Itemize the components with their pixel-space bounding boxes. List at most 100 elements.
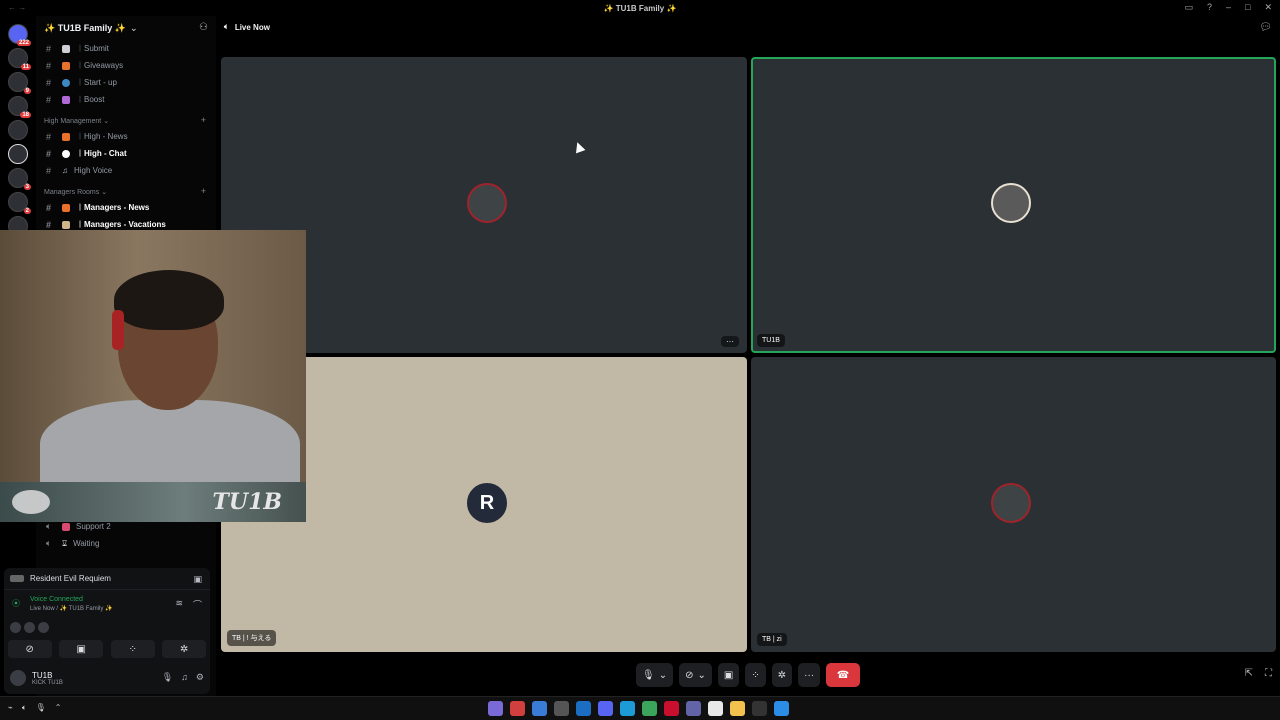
system-tray: ⌁ 🔈︎ 🎙︎ ⌃ [8, 703, 62, 713]
share-screen-button[interactable]: ▣ [717, 663, 740, 687]
server-icon[interactable]: 9 [8, 72, 31, 94]
chevron-down-icon: ⌄ [103, 118, 110, 125]
user-panel: TU1B KICK TU1B 🎙︎ ♫ ⚙ [4, 664, 210, 692]
more-options-button[interactable]: ··· [721, 336, 739, 347]
channel-emoji-icon [62, 44, 70, 53]
app-icon[interactable] [642, 701, 657, 716]
user-avatar[interactable] [10, 670, 26, 686]
participant-avatar [991, 483, 1031, 523]
folder-icon[interactable] [730, 701, 745, 716]
voice-action-buttons: ⊘ ▣ ⁘ ✲ [4, 636, 210, 662]
participant-tile-speaking[interactable]: TU1B [751, 57, 1276, 353]
channel-managers-news[interactable]: # ︱Managers - News [36, 199, 216, 216]
help-icon[interactable]: ? [1207, 2, 1212, 13]
call-channel-name: Live Now [234, 22, 270, 32]
app-icon[interactable] [510, 701, 525, 716]
discord-icon[interactable] [598, 701, 613, 716]
server-icon[interactable]: 3 [8, 168, 31, 190]
category-high-management[interactable]: High Management ⌄ + [36, 108, 216, 128]
chat-icon[interactable]: 💬︎ [1259, 22, 1272, 33]
microphone-icon[interactable]: 🎙︎ [36, 703, 46, 713]
noise-suppression-icon[interactable]: ≋ [175, 598, 183, 611]
activities-button[interactable]: ⁘ [110, 640, 155, 658]
app-icon[interactable] [554, 701, 569, 716]
hash-icon: # [46, 165, 52, 176]
disconnect-icon[interactable]: ⌒ [193, 598, 202, 611]
chevron-up-icon[interactable]: ⌃ [55, 703, 62, 713]
voice-avatars [4, 618, 210, 636]
server-icon[interactable]: 11 [8, 48, 31, 70]
store-icon[interactable] [708, 701, 723, 716]
username[interactable]: TU1B [32, 671, 63, 680]
activities-button[interactable]: ⁘ [745, 663, 766, 687]
camera-toggle[interactable]: ⊘ ⌄ [679, 663, 712, 687]
speaker-icon: 🔈︎ [46, 521, 52, 531]
inbox-icon[interactable]: ▭ [1184, 2, 1193, 13]
user-status: KICK TU1B [32, 679, 63, 686]
hash-icon: # [46, 77, 52, 88]
add-member-icon[interactable]: ⚇ [199, 22, 208, 33]
volume-icon[interactable]: 🔈︎ [22, 703, 27, 713]
server-icon[interactable] [8, 120, 28, 140]
add-channel-icon[interactable]: + [201, 186, 206, 196]
channel-high-news[interactable]: # ︱High - News [36, 128, 216, 145]
activity-button[interactable]: ▣ [193, 574, 202, 585]
user-controls: 🎙︎ ♫ ⚙ [162, 672, 204, 683]
soundboard-button[interactable]: ✲ [771, 663, 793, 687]
back-forward-icon[interactable]: ← → [8, 3, 26, 12]
badge: 11 [20, 64, 31, 70]
channel-boost[interactable]: # ︱Boost [36, 91, 216, 108]
app-icon[interactable] [488, 701, 503, 716]
microphone-toggle[interactable]: 🎙︎ ⌄ [636, 663, 674, 687]
app-icon[interactable] [532, 701, 547, 716]
channel-waiting[interactable]: 🔈︎ ⌛︎ Waiting [36, 535, 216, 552]
category-managers-rooms[interactable]: Managers Rooms ⌄ + [36, 179, 216, 199]
server-icon[interactable]: 2 [8, 192, 31, 214]
add-channel-icon[interactable]: + [201, 115, 206, 125]
participant-tile[interactable]: TB | zi [751, 357, 1276, 652]
share-screen-button[interactable]: ▣ [59, 640, 104, 658]
channel-submit[interactable]: # ︱Submit [36, 40, 216, 57]
end-call-button[interactable]: ☎︎ [826, 663, 861, 687]
fullscreen-icon[interactable]: ⛶ [1265, 668, 1272, 679]
channel-high-chat[interactable]: # ︱High - Chat [36, 145, 216, 162]
avatar[interactable] [38, 621, 49, 633]
hash-icon: # [46, 43, 52, 54]
soundboard-button[interactable]: ✲ [162, 640, 207, 658]
participant-avatar: R [467, 483, 507, 523]
maximize-button[interactable]: □ [1245, 2, 1250, 13]
headphones-icon[interactable]: ♫ [181, 672, 188, 683]
avatar[interactable] [24, 621, 35, 633]
windows-start-icon[interactable] [774, 701, 789, 716]
network-icon[interactable]: ⌁ [8, 703, 13, 713]
screen-share-icon: ▣ [723, 669, 734, 681]
edge-icon[interactable] [620, 701, 635, 716]
emblem-logo [12, 490, 50, 514]
microphone-icon[interactable]: 🎙︎ [162, 672, 173, 683]
steam-icon[interactable] [576, 701, 591, 716]
stage-options: ⇱ ⛶ [1245, 668, 1272, 679]
server-icon-active[interactable] [8, 144, 28, 164]
channel-giveaways[interactable]: # ︱Giveaways [36, 57, 216, 74]
server-icon[interactable]: 18 [8, 96, 31, 118]
app-icon[interactable] [664, 701, 679, 716]
search-icon[interactable] [752, 701, 767, 716]
popout-icon[interactable]: ⇱ [1245, 668, 1253, 679]
channel-high-voice[interactable]: # ♫ High Voice [36, 162, 216, 179]
channel-label: Waiting [73, 539, 100, 548]
settings-gear-icon[interactable]: ⚙ [196, 672, 204, 683]
home-server-icon[interactable]: 222 [8, 24, 31, 46]
avatar[interactable] [10, 621, 21, 633]
ellipsis-icon: ··· [804, 669, 815, 681]
minimize-button[interactable]: – [1226, 2, 1231, 13]
app-icon[interactable] [686, 701, 701, 716]
guild-header[interactable]: ✨ TU1B Family ✨ ⌄ ⚇ [36, 16, 216, 40]
more-button[interactable]: ··· [798, 663, 821, 687]
channel-start-up[interactable]: # ︱Start - up [36, 74, 216, 91]
channel-label: ︱Start - up [76, 78, 117, 87]
participant-name-tag: TB | zi [757, 633, 787, 646]
camera-off-button[interactable]: ⊘ [7, 640, 52, 658]
participant-name-tag: TU1B [757, 334, 785, 347]
close-button[interactable]: ✕ [1264, 2, 1272, 13]
activity-row[interactable]: Resident Evil Requiem ▣ [4, 568, 210, 590]
